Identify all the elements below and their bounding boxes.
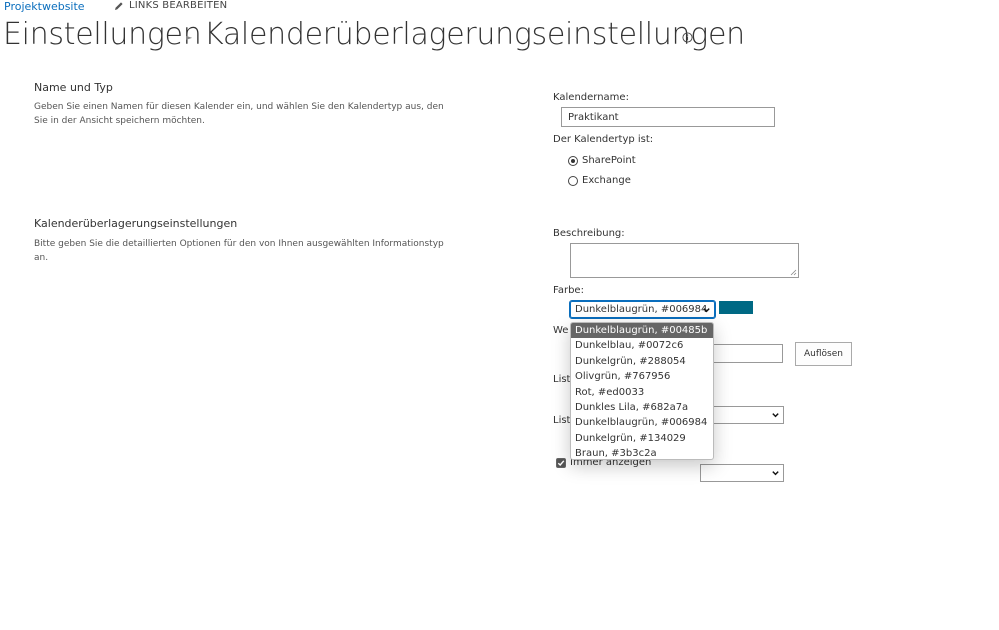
resolve-button-label: Auflösen	[804, 349, 843, 359]
page-title: Kalenderüberlagerungseinstellungen	[204, 17, 745, 52]
description-label: Beschreibung:	[553, 228, 625, 239]
calendar-type-label: Der Kalendertyp ist:	[553, 134, 654, 145]
list-select-2[interactable]	[700, 464, 784, 482]
breadcrumb-root[interactable]: Einstellungen	[3, 17, 202, 52]
section-name-description: Geben Sie einen Namen für diesen Kalende…	[34, 102, 444, 126]
section-name-title: Name und Typ	[34, 81, 113, 94]
list-label-2: List	[553, 415, 571, 426]
description-textarea[interactable]	[570, 243, 799, 278]
always-show-checkbox[interactable]	[556, 457, 566, 468]
chevron-down-icon	[703, 307, 710, 312]
list-label-1: List	[553, 374, 571, 385]
color-select-value: Dunkelblaugrün, #006984	[575, 304, 708, 315]
color-option[interactable]: Rot, #ed0033	[571, 385, 713, 400]
info-icon[interactable]	[682, 32, 693, 43]
section-overlay-description: Bitte geben Sie die detaillierten Option…	[34, 239, 444, 263]
color-dropdown-list[interactable]: Dunkelblaugrün, #00485b Dunkelblau, #007…	[570, 322, 714, 460]
color-option[interactable]: Dunkelblau, #0072c6	[571, 338, 713, 353]
radio-exchange[interactable]: Exchange	[568, 175, 631, 186]
calendar-name-label: Kalendername:	[553, 92, 629, 103]
color-option[interactable]: Dunkelgrün, #134029	[571, 431, 713, 446]
radio-exchange-label: Exchange	[582, 175, 631, 186]
chevron-down-icon	[772, 413, 779, 418]
color-label: Farbe:	[553, 285, 584, 296]
color-option[interactable]: Dunkelblaugrün, #006984	[571, 415, 713, 430]
radio-sharepoint[interactable]: SharePoint	[568, 155, 636, 166]
checkmark-icon	[557, 459, 565, 466]
color-option[interactable]: Dunkles Lila, #682a7a	[571, 400, 713, 415]
web-url-label: We	[553, 325, 569, 336]
color-option[interactable]: Dunkelgrün, #288054	[571, 354, 713, 369]
edit-links-button[interactable]: LINKS BEARBEITEN	[114, 0, 227, 11]
color-option[interactable]: Braun, #3b3c2a	[571, 446, 713, 459]
calendar-name-input[interactable]: Praktikant	[561, 107, 775, 127]
resolve-button[interactable]: Auflösen	[795, 342, 852, 366]
breadcrumb-separator-icon: ►	[186, 33, 193, 42]
chevron-down-icon	[772, 471, 779, 476]
section-overlay-title: Kalenderüberlagerungseinstellungen	[34, 217, 238, 230]
radio-sharepoint-label: SharePoint	[582, 155, 636, 166]
color-option[interactable]: Dunkelblaugrün, #00485b	[571, 323, 713, 339]
color-swatch	[719, 301, 753, 314]
color-option[interactable]: Olivgrün, #767956	[571, 369, 713, 384]
calendar-name-value: Praktikant	[568, 111, 619, 123]
site-link[interactable]: Projektwebsite	[4, 0, 85, 13]
edit-links-label: LINKS BEARBEITEN	[129, 0, 228, 11]
radio-sharepoint-dot[interactable]	[568, 155, 578, 166]
pencil-icon	[115, 1, 123, 10]
resize-handle-icon[interactable]	[790, 269, 797, 276]
color-select[interactable]: Dunkelblaugrün, #006984	[569, 300, 716, 319]
radio-exchange-dot[interactable]	[568, 175, 578, 186]
